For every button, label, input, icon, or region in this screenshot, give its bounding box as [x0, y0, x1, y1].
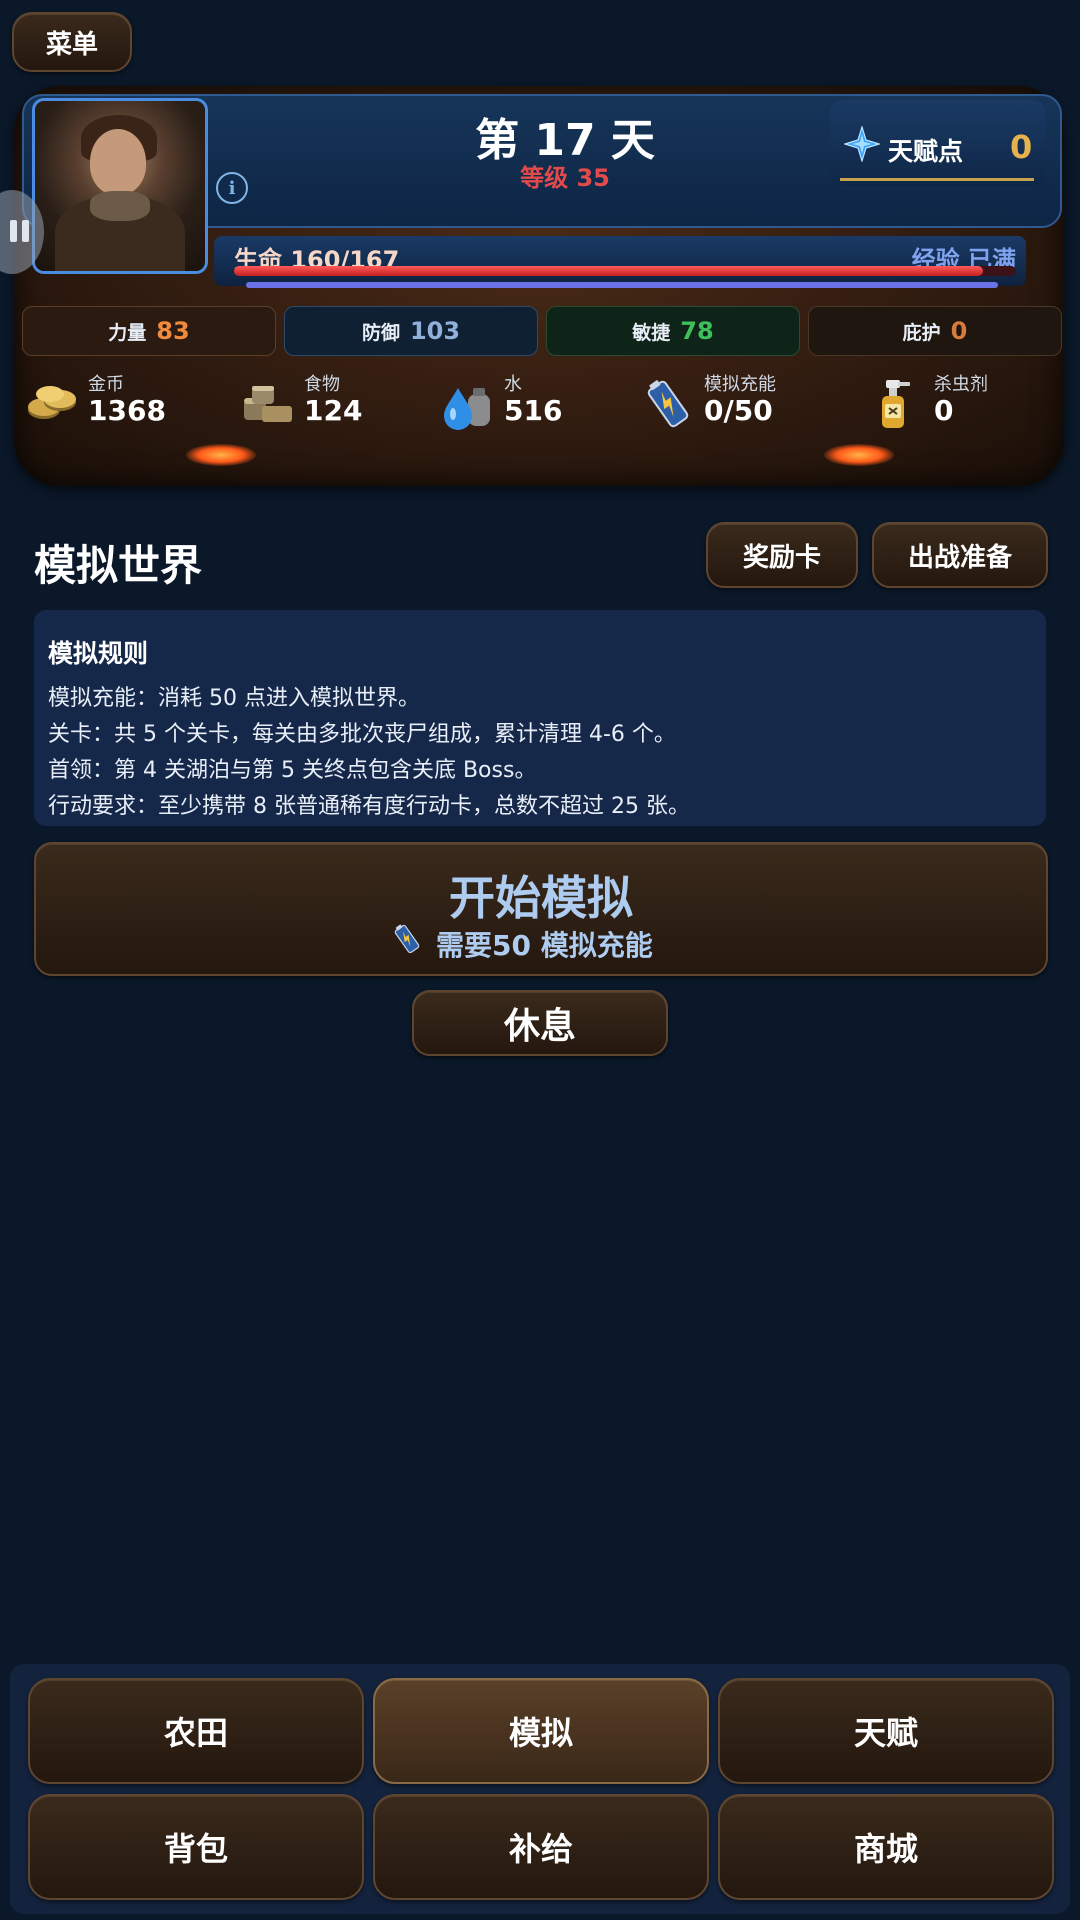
- talent-points-label: 天赋点: [888, 137, 964, 166]
- battery-icon: [647, 380, 689, 428]
- resource-gold: 金币 1368: [24, 368, 204, 438]
- resource-label: 水: [504, 374, 522, 395]
- resource-water: 水 516: [440, 368, 600, 438]
- nav-talent-button[interactable]: 天赋: [718, 1678, 1054, 1784]
- exp-bar: [246, 282, 998, 288]
- resource-label: 食物: [304, 374, 340, 395]
- resource-insecticide: 杀虫剂 0: [870, 368, 1040, 438]
- stat-label: 庇护: [902, 321, 941, 344]
- character-avatar[interactable]: [32, 98, 208, 274]
- stat-label: 敏捷: [632, 321, 671, 344]
- stat-value: 78: [680, 317, 714, 345]
- nav-supply-button[interactable]: 补给: [373, 1794, 709, 1900]
- stat-value: 103: [409, 317, 461, 345]
- menu-button[interactable]: 菜单: [12, 12, 132, 72]
- nav-simulate-button[interactable]: 模拟: [373, 1678, 709, 1784]
- hp-bar-fill: [234, 266, 984, 276]
- resource-sim-charge: 模拟充能 0/50: [640, 368, 820, 438]
- talent-underline: [840, 178, 1034, 181]
- hp-bar: [234, 266, 1016, 276]
- stat-strength: 力量 83: [22, 306, 276, 356]
- stat-label: 力量: [108, 321, 147, 344]
- level-text: 等级 35: [520, 164, 610, 192]
- nav-farm-button[interactable]: 农田: [28, 1678, 364, 1784]
- resource-label: 金币: [88, 374, 124, 395]
- section-title: 模拟世界: [34, 541, 203, 590]
- resource-value: 0/50: [704, 394, 773, 427]
- rest-button[interactable]: 休息: [412, 990, 668, 1056]
- resource-label: 模拟充能: [704, 374, 776, 395]
- start-simulation-cost: 需要50 模拟充能: [436, 929, 653, 962]
- panel-lamp: [186, 444, 256, 466]
- stat-defense: 防御 103: [284, 306, 538, 356]
- water-drop-icon: [444, 388, 490, 430]
- nav-backpack-button[interactable]: 背包: [28, 1794, 364, 1900]
- crystal-star-icon: [844, 126, 880, 162]
- resource-value: 1368: [88, 394, 166, 427]
- battery-icon: [394, 924, 420, 954]
- reward-card-button[interactable]: 奖励卡: [706, 522, 858, 588]
- stat-value: 0: [950, 317, 968, 345]
- stat-label: 防御: [361, 321, 400, 344]
- stat-value: 83: [156, 317, 190, 345]
- coins-icon: [28, 386, 76, 419]
- info-icon[interactable]: i: [216, 172, 248, 204]
- nav-shop-button[interactable]: 商城: [718, 1794, 1054, 1900]
- panel-lamp: [824, 444, 894, 466]
- resource-food: 食物 124: [240, 368, 400, 438]
- stat-shelter: 庇护 0: [808, 306, 1062, 356]
- rules-title: 模拟规则: [48, 639, 149, 668]
- rule-line: 首领：第 4 关湖泊与第 5 关终点包含关底 Boss。: [48, 758, 537, 783]
- start-simulation-title: 开始模拟: [449, 871, 633, 925]
- resource-value: 0: [934, 394, 954, 427]
- rule-line: 模拟充能：消耗 50 点进入模拟世界。: [48, 686, 420, 711]
- spray-bottle-icon: [882, 380, 910, 428]
- resource-value: 516: [504, 394, 563, 427]
- food-cans-icon: [244, 386, 292, 422]
- resource-label: 杀虫剂: [934, 374, 988, 395]
- exp-bar-fill: [246, 282, 998, 288]
- stat-agility: 敏捷 78: [546, 306, 800, 356]
- rule-line: 关卡：共 5 个关卡，每关由多批次丧尸组成，累计清理 4-6 个。: [48, 722, 676, 747]
- talent-points-value: 0: [1010, 128, 1033, 166]
- battle-prep-button[interactable]: 出战准备: [872, 522, 1048, 588]
- resource-value: 124: [304, 394, 363, 427]
- rule-line: 行动要求：至少携带 8 张普通稀有度行动卡，总数不超过 25 张。: [48, 794, 690, 819]
